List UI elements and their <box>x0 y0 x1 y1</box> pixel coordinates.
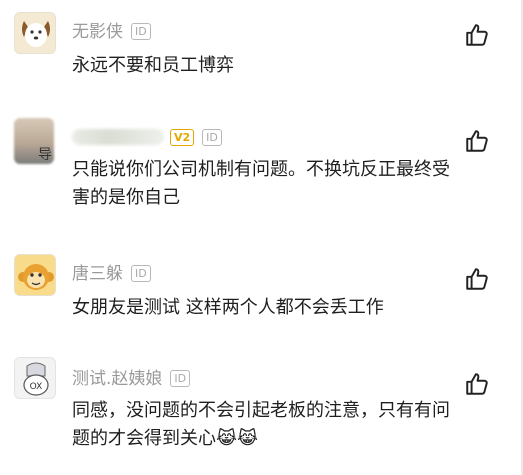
ox-character-icon: OX <box>15 358 55 398</box>
svg-text:OX: OX <box>30 382 43 392</box>
thumbs-up-icon[interactable] <box>464 371 490 397</box>
avatar[interactable]: OX <box>14 357 56 399</box>
id-badge: ID <box>131 23 151 40</box>
username[interactable]: 唐三躲 <box>72 264 123 284</box>
username-row: 唐三躲 ID <box>72 264 151 284</box>
username-blurred[interactable] <box>72 129 164 145</box>
comment-text: 女朋友是测试 这样两个人都不会丢工作 <box>72 297 384 318</box>
comment-item: 导 V2 ID 只能说你们公司机制有问题。不换坑反正最终受害的是你自己 <box>0 110 523 240</box>
comment-text: 只能说你们公司机制有问题。不换坑反正最终受害的是你自己 <box>72 159 450 208</box>
avatar[interactable] <box>14 12 56 54</box>
username-tail: 导 <box>38 147 52 163</box>
username-row: 测试.赵姨娘 ID <box>72 369 191 389</box>
level-badge: V2 <box>170 129 195 146</box>
avatar[interactable] <box>14 254 56 296</box>
username-row: 无影侠 ID <box>72 22 151 42</box>
username-row: V2 ID <box>72 128 222 148</box>
dog-face-icon <box>15 13 55 53</box>
comment-item: OX 测试.赵姨娘 ID 同感，没问题的不会引起老板的注意，只有有问题的才会得到关… <box>0 355 523 475</box>
username[interactable]: 测试.赵姨娘 <box>72 369 162 389</box>
monkey-face-icon <box>15 255 55 295</box>
thumbs-up-icon[interactable] <box>464 128 490 154</box>
thumbs-up-icon[interactable] <box>464 266 490 292</box>
id-badge: ID <box>131 265 151 282</box>
comment-text: 同感，没问题的不会引起老板的注意，只有有问题的才会得到关心😹😹 <box>72 400 450 449</box>
comment-item: 唐三躲 ID 女朋友是测试 这样两个人都不会丢工作 <box>0 240 523 355</box>
id-badge: ID <box>202 129 222 146</box>
thumbs-up-icon[interactable] <box>464 22 490 48</box>
id-badge: ID <box>170 370 191 387</box>
username[interactable]: 无影侠 <box>72 22 123 42</box>
comment-item: 无影侠 ID 永远不要和员工博弈 <box>0 0 523 110</box>
comment-text: 永远不要和员工博弈 <box>72 55 234 76</box>
